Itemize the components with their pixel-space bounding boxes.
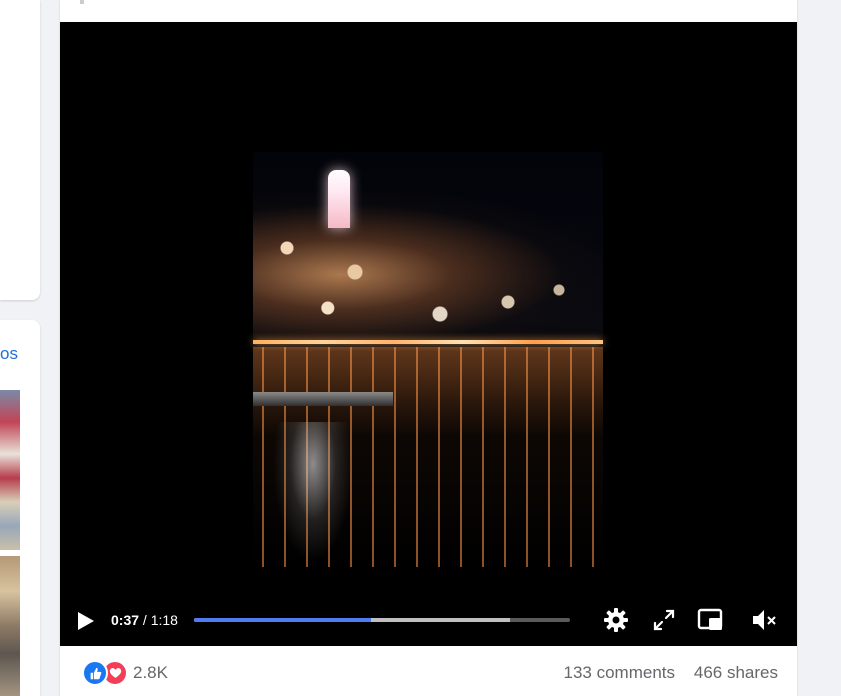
video-scene-houses [253,212,593,332]
post-footer: 2.8K 133 comments 466 shares [60,646,797,696]
post-header-mark [80,0,84,4]
video-frame [253,152,603,572]
progress-bar[interactable] [194,618,570,622]
video-scene-shoreline [253,340,603,344]
current-time: 0:37 [111,612,140,628]
duration: 1:18 [150,612,178,628]
reaction-icons[interactable] [82,660,128,686]
speaker-muted-icon[interactable] [750,606,778,634]
video-player[interactable]: 0:37 / 1:18 [60,22,797,646]
comments-count[interactable]: 133 comments [564,663,676,683]
video-scene-sparkle [273,422,353,562]
video-time: 0:37 / 1:18 [111,612,178,628]
reaction-count[interactable]: 2.8K [133,663,168,683]
left-card-top [0,0,40,300]
progress-played [194,618,371,622]
like-icon [82,660,108,686]
shares-count[interactable]: 466 shares [694,663,778,683]
video-scene-dock [253,392,393,406]
photos-link[interactable]: os [0,344,18,364]
picture-in-picture-icon[interactable] [696,606,724,634]
photo-thumbnail[interactable] [0,556,20,696]
time-separator: / [142,612,151,628]
video-scene-tower [328,170,350,228]
expand-icon[interactable] [650,606,678,634]
video-controls: 0:37 / 1:18 [60,600,797,640]
photo-thumbnail[interactable] [0,390,20,550]
play-icon[interactable] [78,612,94,630]
gear-icon[interactable] [602,606,630,634]
